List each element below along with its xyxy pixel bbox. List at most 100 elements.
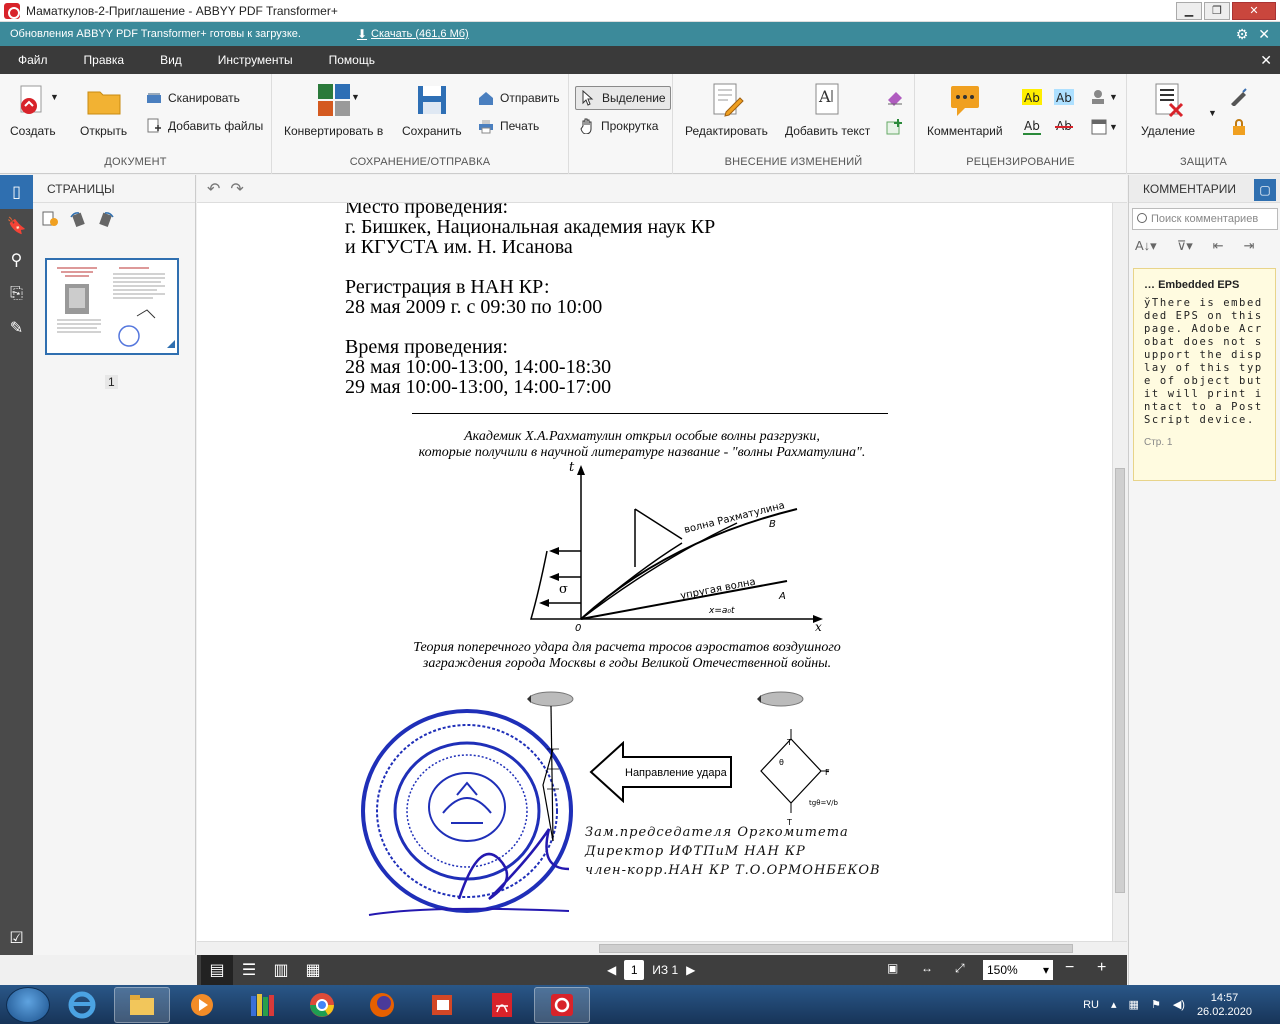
two-page-view-icon[interactable]: ▥ xyxy=(265,955,297,985)
edit-log-nav-button[interactable]: ☑ xyxy=(0,921,33,955)
comments-toggle-icon[interactable]: ▢ xyxy=(1254,179,1276,201)
vertical-scroll-thumb[interactable] xyxy=(1115,468,1125,893)
group-title-document: ДОКУМЕНТ xyxy=(104,156,167,168)
two-page-continuous-view-icon[interactable]: ▦ xyxy=(297,955,329,985)
bookmarks-nav-button[interactable]: 🔖 xyxy=(0,209,33,243)
taskbar-explorer-icon[interactable] xyxy=(114,986,170,1023)
printer-icon xyxy=(479,120,493,134)
calendar-stamp-icon[interactable] xyxy=(1089,118,1111,136)
cursor-icon xyxy=(582,90,594,106)
collapse-all-icon[interactable]: ⇤ xyxy=(1213,238,1224,258)
create-button[interactable]: Создать xyxy=(10,82,56,138)
highlight-text-icon[interactable]: Ab xyxy=(1021,88,1043,106)
actual-size-icon[interactable]: ▣ xyxy=(887,961,898,975)
maximize-button[interactable]: ❐ xyxy=(1204,1,1230,20)
fit-width-icon[interactable]: ↔ xyxy=(921,961,933,975)
delete-button[interactable]: Удаление xyxy=(1141,82,1195,138)
download-link[interactable]: ⬇ Скачать (461,6 Мб) xyxy=(357,27,469,41)
horizontal-scroll-thumb[interactable] xyxy=(599,944,1073,953)
select-tool-button[interactable]: Выделение xyxy=(575,86,671,110)
zoom-in-icon[interactable]: + xyxy=(1097,959,1106,977)
underline-text-icon[interactable]: Ab xyxy=(1021,118,1043,136)
delete-dropdown-icon[interactable]: ▼ xyxy=(1208,108,1217,118)
zoom-out-icon[interactable]: − xyxy=(1065,959,1074,977)
rotate-left-icon[interactable] xyxy=(69,211,87,228)
menu-view[interactable]: Вид xyxy=(142,53,200,67)
close-button[interactable]: ✕ xyxy=(1232,1,1276,20)
stamp-icon[interactable] xyxy=(1089,88,1111,106)
search-nav-button[interactable]: ⚲ xyxy=(0,243,33,277)
network-icon[interactable]: ▦ xyxy=(1129,998,1139,1011)
language-indicator[interactable]: RU xyxy=(1083,999,1099,1011)
scan-button[interactable]: Сканировать xyxy=(146,88,240,108)
filter-icon[interactable]: ⊽▾ xyxy=(1177,238,1193,258)
taskbar-ie-icon[interactable] xyxy=(54,987,110,1023)
download-label: Скачать (461,6 Мб) xyxy=(371,28,469,40)
comments-search-input[interactable]: Поиск комментариев xyxy=(1132,208,1278,230)
taskbar-firefox-icon[interactable] xyxy=(354,987,410,1023)
add-image-icon[interactable] xyxy=(886,118,904,136)
single-page-view-icon[interactable]: ▤ xyxy=(201,955,233,985)
lock-icon[interactable] xyxy=(1229,118,1249,136)
close-notification-icon[interactable]: ✕ xyxy=(1258,26,1270,43)
create-dropdown-icon[interactable]: ▼ xyxy=(50,92,59,102)
comment-menu-icon[interactable]: … xyxy=(1144,279,1155,291)
eraser-icon[interactable] xyxy=(886,88,904,106)
calendar-dropdown-icon[interactable]: ▼ xyxy=(1109,122,1118,132)
fit-page-icon[interactable]: ⤢ xyxy=(955,961,965,976)
pages-nav-button[interactable]: ▯ xyxy=(0,175,33,209)
redo-icon[interactable]: ↷ xyxy=(230,179,243,199)
menu-edit[interactable]: Правка xyxy=(66,53,143,67)
taskbar-acrobat-icon[interactable] xyxy=(474,987,530,1023)
strikethrough-text-icon[interactable]: Ab xyxy=(1053,118,1075,136)
rotate-right-icon[interactable] xyxy=(97,211,115,228)
volume-icon[interactable]: ◀) xyxy=(1173,998,1185,1011)
page-thumbnail[interactable] xyxy=(45,258,179,355)
start-button[interactable] xyxy=(6,986,50,1023)
open-button[interactable]: Открыть xyxy=(80,82,127,138)
tray-expand-icon[interactable]: ▴ xyxy=(1111,998,1117,1011)
edit-button[interactable]: Редактировать xyxy=(685,82,768,138)
taskbar-powerpoint-icon[interactable] xyxy=(414,987,470,1023)
expand-all-icon[interactable]: ⇥ xyxy=(1244,238,1255,258)
taskbar-chrome-icon[interactable] xyxy=(294,987,350,1023)
print-button[interactable]: Печать xyxy=(478,116,539,136)
taskbar-library-icon[interactable] xyxy=(234,987,290,1023)
flag-icon[interactable]: ⚑ xyxy=(1151,998,1161,1011)
clock[interactable]: 14:57 26.02.2020 xyxy=(1197,991,1252,1019)
continuous-view-icon[interactable]: ☰ xyxy=(233,955,265,985)
add-text-button[interactable]: A Добавить текст xyxy=(785,82,870,138)
menu-file[interactable]: Файл xyxy=(0,53,66,67)
text-box-icon[interactable]: Ab xyxy=(1053,88,1075,106)
undo-icon[interactable]: ↶ xyxy=(207,179,220,199)
convert-dropdown-icon[interactable]: ▼ xyxy=(351,92,360,102)
close-document-icon[interactable]: ✕ xyxy=(1260,52,1280,69)
pen-icon: ✎ xyxy=(9,320,24,337)
save-button[interactable]: Сохранить xyxy=(402,82,462,138)
next-page-icon[interactable]: ▶ xyxy=(686,963,695,977)
horizontal-scrollbar[interactable] xyxy=(197,941,1127,955)
menu-tools[interactable]: Инструменты xyxy=(200,53,311,67)
minimize-button[interactable]: ▁ xyxy=(1176,1,1202,20)
signatures-nav-button[interactable]: ✎ xyxy=(0,311,33,345)
convert-button[interactable]: Конвертировать в xyxy=(284,82,383,138)
signature-pen-icon[interactable] xyxy=(1229,88,1249,106)
send-button[interactable]: Отправить xyxy=(478,88,560,108)
vertical-scrollbar[interactable] xyxy=(1112,203,1127,943)
menu-help[interactable]: Помощь xyxy=(311,53,393,67)
sort-icon[interactable]: A↓▾ xyxy=(1135,238,1157,258)
stamp-dropdown-icon[interactable]: ▼ xyxy=(1109,92,1118,102)
comment-card[interactable]: … Embedded EPS ўThere is embedded EPS on… xyxy=(1133,268,1276,481)
page-number-input[interactable]: 1 xyxy=(624,960,645,980)
scroll-tool-button[interactable]: Прокрутка xyxy=(579,116,658,136)
attachments-nav-button[interactable]: ⎘ xyxy=(0,277,33,311)
settings-icon[interactable]: ⚙ xyxy=(1236,26,1249,43)
add-files-button[interactable]: Добавить файлы xyxy=(146,116,263,136)
comment-button[interactable]: Комментарий xyxy=(927,82,1003,138)
insert-page-icon[interactable] xyxy=(41,211,59,227)
taskbar-media-player-icon[interactable] xyxy=(174,987,230,1023)
zoom-select[interactable]: 150% xyxy=(983,960,1053,980)
taskbar-abbyy-icon[interactable] xyxy=(534,986,590,1023)
elastic-wave-label: упругая волна xyxy=(679,577,756,602)
prev-page-icon[interactable]: ◀ xyxy=(607,963,616,977)
